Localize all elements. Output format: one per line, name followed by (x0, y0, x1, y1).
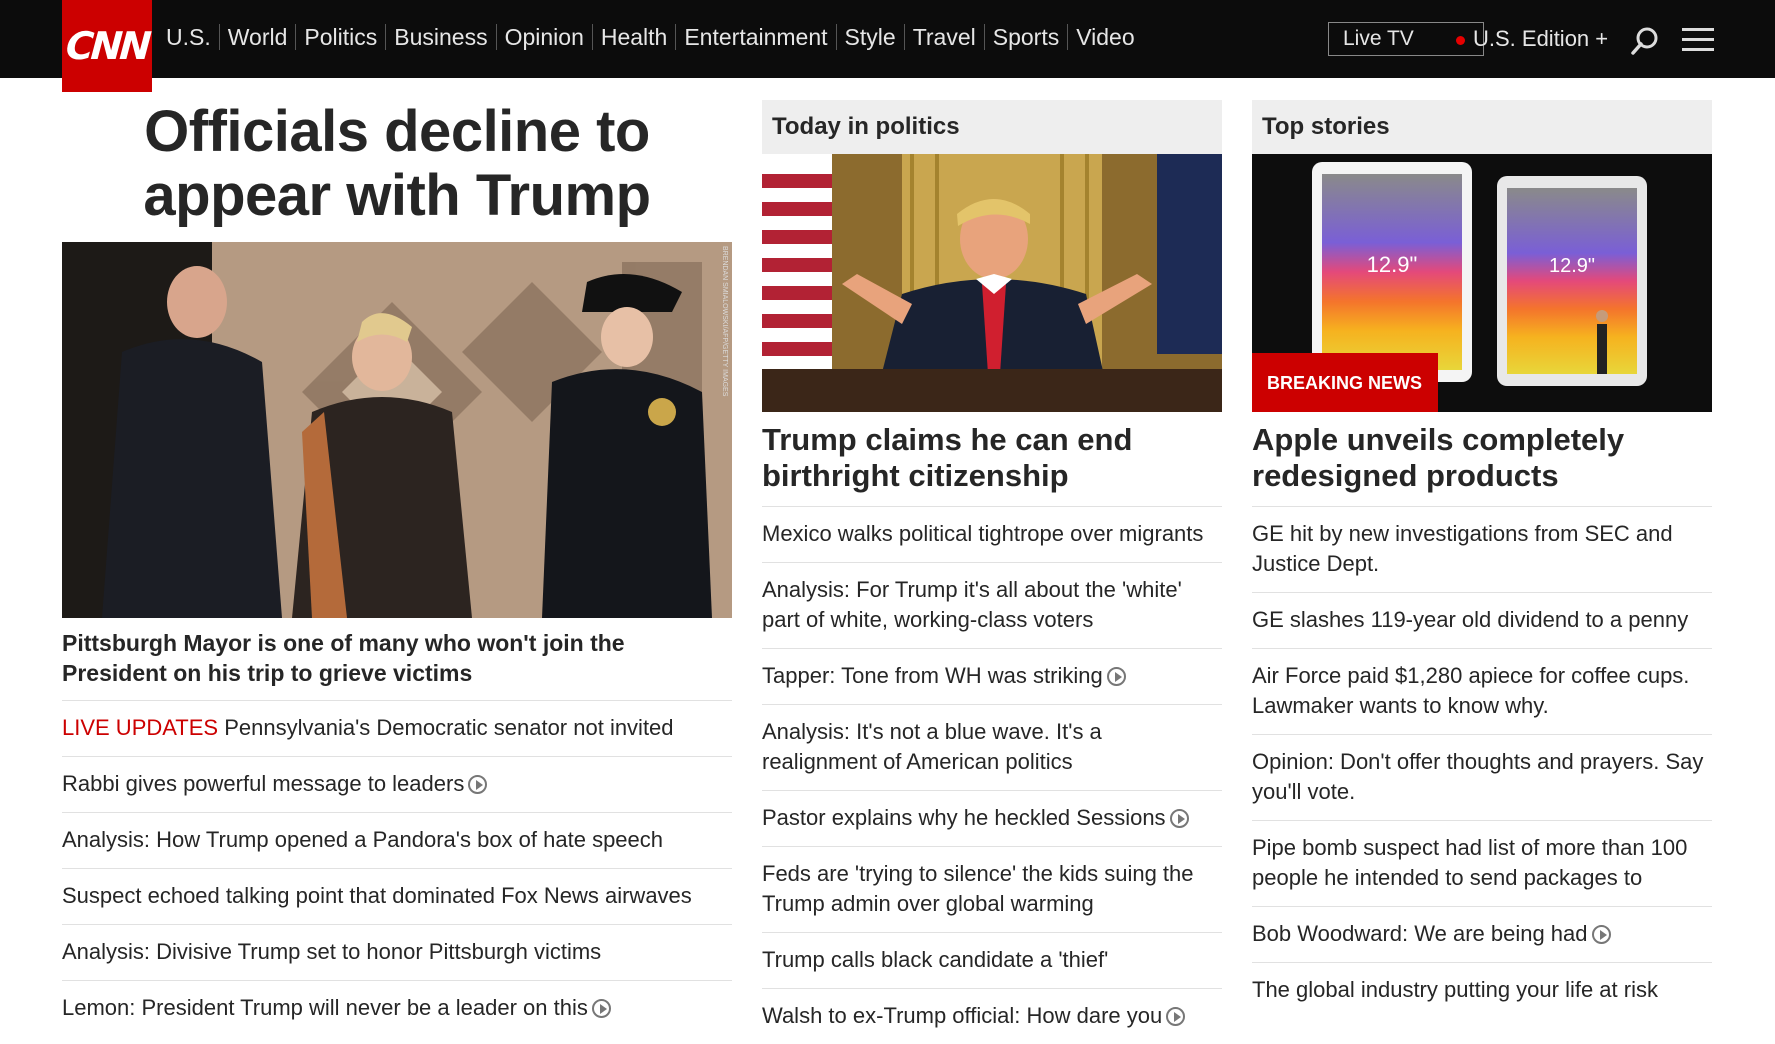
list-item[interactable]: Suspect echoed talking point that domina… (62, 868, 732, 924)
list-item[interactable]: Opinion: Don't offer thoughts and prayer… (1252, 734, 1712, 820)
ipad-label-left: 12.9" (1367, 252, 1418, 277)
nav-world[interactable]: World (220, 24, 297, 50)
live-dot-icon (1456, 36, 1465, 45)
play-icon (1166, 1007, 1186, 1026)
list-item[interactable]: Trump calls black candidate a 'thief' (762, 932, 1222, 988)
politics-image[interactable] (762, 154, 1222, 412)
list-item[interactable]: GE hit by new investigations from SEC an… (1252, 506, 1712, 592)
lead-image[interactable]: BRENDAN SMIALOWSKI/AFP/GETTY IMAGES (62, 242, 732, 618)
image-credit: BRENDAN SMIALOWSKI/AFP/GETTY IMAGES (721, 246, 728, 397)
play-icon (591, 999, 611, 1018)
play-icon (1591, 925, 1611, 944)
list-item[interactable]: Analysis: It's not a blue wave. It's a r… (762, 704, 1222, 790)
top-stories-headline[interactable]: Apple unveils completely redesigned prod… (1252, 422, 1712, 494)
top-navigation-bar: U.S. World Politics Business Opinion Hea… (0, 0, 1775, 78)
list-item[interactable]: Pipe bomb suspect had list of more than … (1252, 820, 1712, 906)
list-item[interactable]: Analysis: Divisive Trump set to honor Pi… (62, 924, 732, 980)
list-item[interactable]: The global industry putting your life at… (1252, 962, 1712, 1018)
nav-video[interactable]: Video (1068, 24, 1142, 50)
hamburger-menu-icon[interactable] (1682, 28, 1714, 52)
list-item[interactable]: Pastor explains why he heckled Sessions (762, 790, 1222, 846)
nav-opinion[interactable]: Opinion (497, 24, 593, 50)
live-updates-label: LIVE UPDATES (62, 715, 219, 740)
list-item[interactable]: Bob Woodward: We are being had (1252, 906, 1712, 962)
section-title[interactable]: Today in politics (762, 100, 1222, 154)
lead-column: Officials decline to appear with Trump B… (62, 100, 732, 1036)
live-tv-label: Live TV (1343, 27, 1414, 50)
list-item[interactable]: Mexico walks political tightrope over mi… (762, 506, 1222, 562)
nav-politics[interactable]: Politics (296, 24, 387, 50)
cnn-logo[interactable]: CNN (62, 0, 152, 92)
lead-links: LIVE UPDATES Pennsylvania's Democratic s… (62, 700, 732, 1036)
nav-us[interactable]: U.S. (166, 24, 220, 50)
lead-title[interactable]: Officials decline to appear with Trump (62, 100, 732, 228)
search-icon[interactable] (1630, 26, 1660, 56)
section-title[interactable]: Top stories (1252, 100, 1712, 154)
breaking-news-badge: BREAKING NEWS (1252, 353, 1439, 412)
list-item[interactable]: Walsh to ex-Trump official: How dare you (762, 988, 1222, 1044)
politics-headline[interactable]: Trump claims he can end birthright citiz… (762, 422, 1222, 494)
list-item[interactable]: Tapper: Tone from WH was striking (762, 648, 1222, 704)
list-item[interactable]: Analysis: For Trump it's all about the '… (762, 562, 1222, 648)
list-item[interactable]: Feds are 'trying to silence' the kids su… (762, 846, 1222, 932)
nav-entertainment[interactable]: Entertainment (676, 24, 837, 50)
list-item[interactable]: Analysis: How Trump opened a Pandora's b… (62, 812, 732, 868)
top-stories-column: Top stories 12.9" 12.9" BREAKING NEWS Ap… (1252, 100, 1712, 1018)
play-icon (1106, 667, 1126, 686)
edition-selector[interactable]: U.S. Edition + (1473, 26, 1608, 52)
nav-style[interactable]: Style (837, 24, 905, 50)
nav-health[interactable]: Health (593, 24, 677, 50)
ipad-label-right: 12.9" (1549, 255, 1595, 277)
nav-sports[interactable]: Sports (985, 24, 1069, 50)
nav-business[interactable]: Business (386, 24, 497, 50)
list-item[interactable]: Air Force paid $1,280 apiece for coffee … (1252, 648, 1712, 734)
politics-links: Mexico walks political tightrope over mi… (762, 506, 1222, 1044)
list-item[interactable]: Lemon: President Trump will never be a l… (62, 980, 732, 1036)
list-item[interactable]: Rabbi gives powerful message to leaders (62, 756, 732, 812)
top-stories-image[interactable]: 12.9" 12.9" BREAKING NEWS (1252, 154, 1712, 412)
politics-column: Today in politics Trump claims he can en… (762, 100, 1222, 1044)
nav-travel[interactable]: Travel (905, 24, 985, 50)
play-icon (468, 775, 488, 794)
lead-headline[interactable]: Pittsburgh Mayor is one of many who won'… (62, 628, 732, 688)
live-tv-button[interactable]: Live TV (1328, 22, 1484, 56)
play-icon (1169, 809, 1189, 828)
list-item[interactable]: LIVE UPDATES Pennsylvania's Democratic s… (62, 700, 732, 756)
top-stories-links: GE hit by new investigations from SEC an… (1252, 506, 1712, 1018)
list-item[interactable]: GE slashes 119-year old dividend to a pe… (1252, 592, 1712, 648)
main-nav: U.S. World Politics Business Opinion Hea… (166, 24, 1143, 50)
